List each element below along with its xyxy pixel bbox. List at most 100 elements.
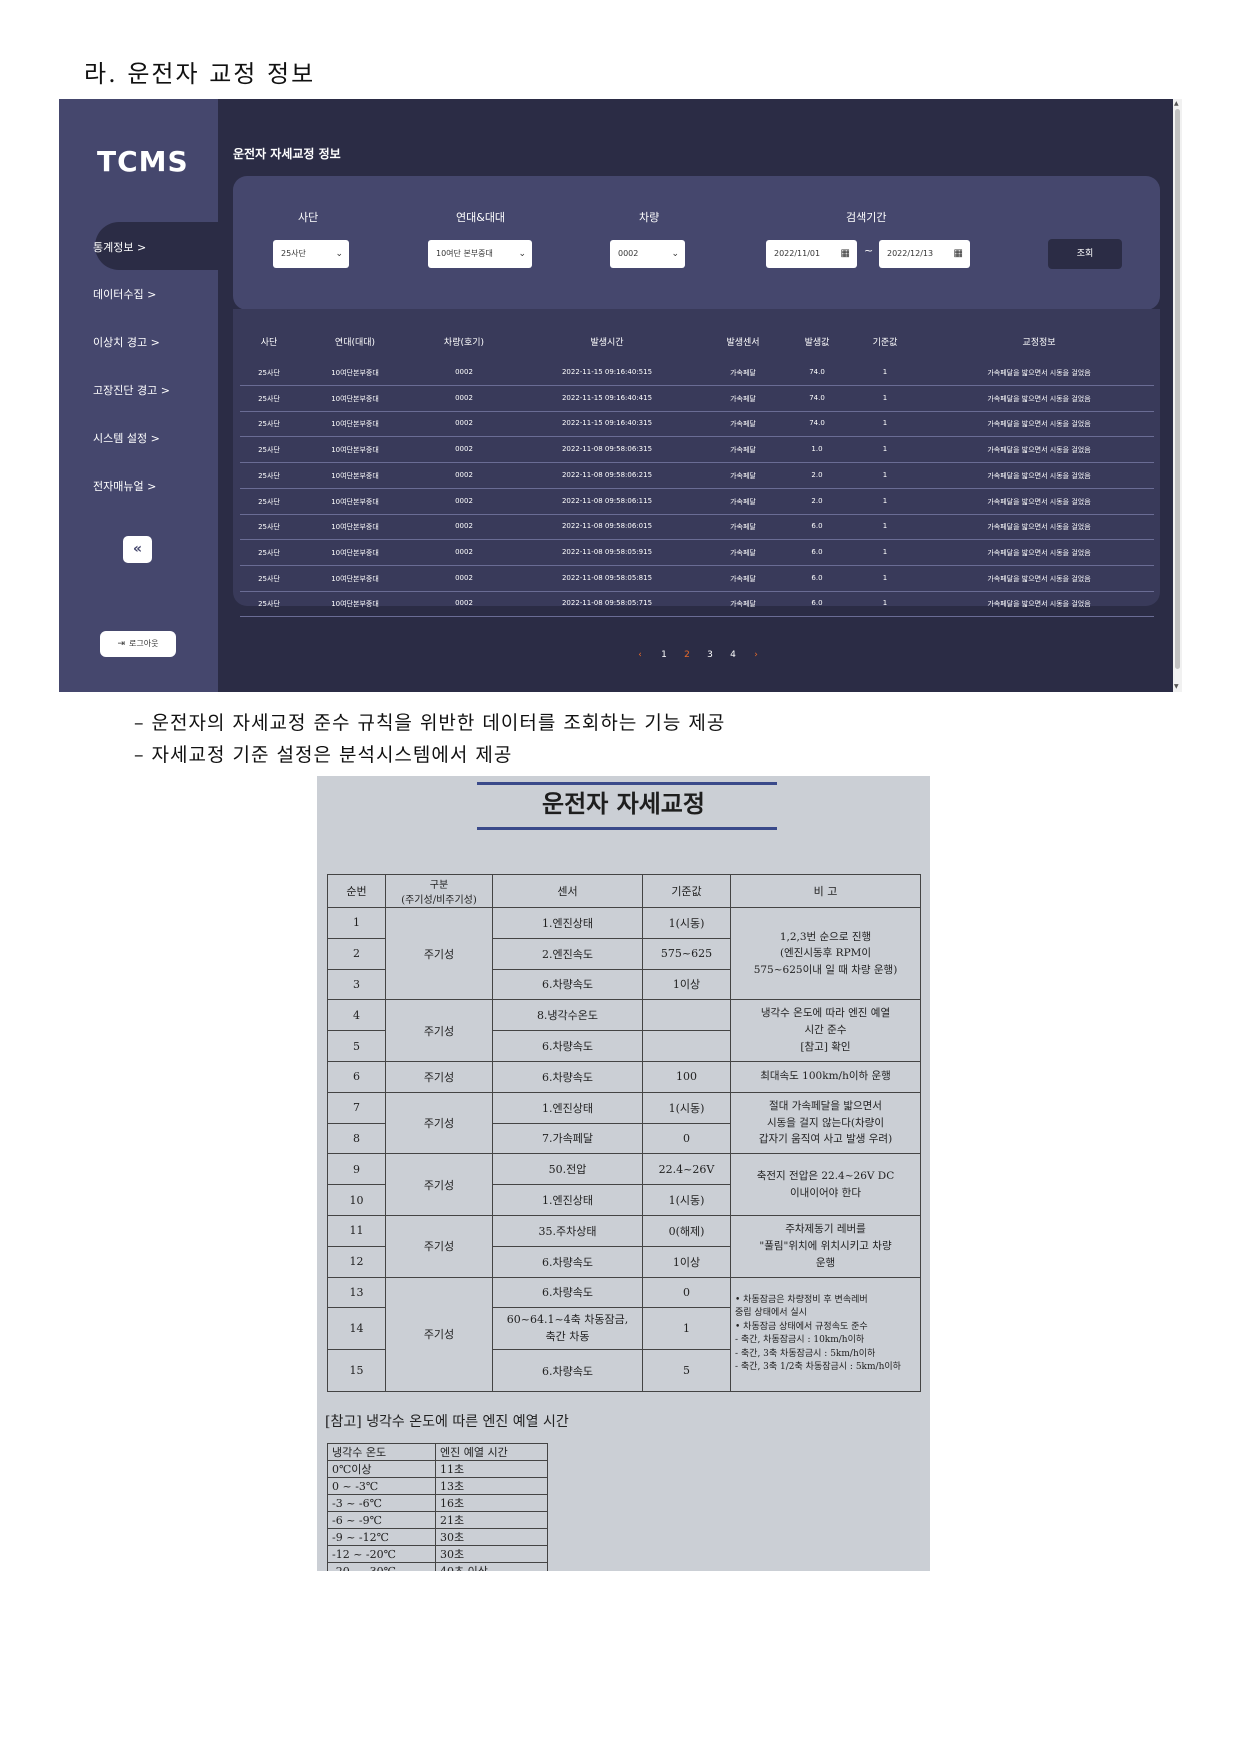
scroll-down-icon[interactable]: ▼ — [1174, 683, 1179, 690]
scrollbar[interactable]: ▲ ▼ — [1173, 99, 1182, 692]
cell-vehicle: 0002 — [455, 393, 473, 402]
collapse-sidebar-button[interactable]: « — [123, 536, 152, 563]
table-row[interactable]: 25사단 10여단본부중대 0002 2022-11-08 09:58:06:015 가… — [240, 515, 1154, 541]
nav-item-anomaly-warning[interactable]: 이상치 경고 > — [93, 334, 160, 350]
bullet-1: – 운전자의 자세교정 준수 규칙을 위반한 데이터를 조회하는 기능 제공 — [134, 712, 726, 734]
cell-value: 6.0 — [811, 522, 823, 531]
rule-no: 9 — [327, 1153, 386, 1186]
cell-sensor: 가속페달 — [730, 600, 756, 609]
calendar-icon[interactable]: ▦ — [954, 240, 963, 268]
rule-sensor: 6.차량속도 — [492, 1245, 643, 1278]
table-row[interactable]: 25사단 10여단본부중대 0002 2022-11-08 09:58:05:915 가… — [240, 541, 1154, 566]
table-row[interactable]: 25사단 10여단본부중대 0002 2022-11-08 09:58:06:115 가… — [240, 490, 1154, 515]
vehicle-value: 0002 — [618, 249, 639, 258]
chevron-down-icon: ⌄ — [671, 249, 679, 259]
prev-page-button[interactable]: ‹ — [638, 650, 642, 660]
cell-regiment: 10여단본부중대 — [331, 369, 379, 377]
rule-note: • 차동잠금은 차량정비 후 변속레버 중립 상태에서 실시 • 차동잠금 상태… — [730, 1276, 921, 1393]
nav-item-system-settings[interactable]: 시스템 설정 > — [93, 430, 160, 446]
tcms-screenshot: TCMS 통계정보 > 데이터수집 > 이상치 경고 > 고장진단 경고 > 시… — [59, 99, 1182, 692]
rule-no: 10 — [327, 1184, 386, 1216]
rule-reference: 100 — [642, 1060, 731, 1093]
bullet-2: – 자세교정 기준 설정은 분석시스템에서 제공 — [134, 744, 513, 766]
date-from-input[interactable]: 2022/11/01 ▦ — [766, 240, 857, 268]
nav-item-fault-diagnosis[interactable]: 고장진단 경고 > — [93, 382, 170, 398]
next-page-button[interactable]: › — [754, 650, 758, 660]
rule-type: 주기성 — [385, 1153, 493, 1216]
app-logo: TCMS — [97, 145, 189, 178]
rule-sensor: 8.냉각수온도 — [492, 999, 643, 1032]
cell-time: 2022-11-15 09:16:40:315 — [561, 419, 653, 428]
table-row[interactable]: 25사단 10여단본부중대 0002 2022-11-08 09:58:06:315 가… — [240, 438, 1154, 464]
page-3-button[interactable]: 3 — [707, 650, 713, 660]
table-row[interactable]: 25사단 10여단본부중대 0002 2022-11-08 09:58:05:715 가… — [240, 592, 1154, 618]
posture-correction-sheet-photo: 운전자 자세교정 순번 구분 (주기성/비주기성) 센서 기준값 비 고 1 주… — [317, 776, 930, 1571]
rule-no: 4 — [327, 999, 386, 1032]
rule-reference: 5 — [642, 1349, 731, 1393]
cell-vehicle: 0002 — [455, 470, 473, 479]
cell-value: 2.0 — [811, 470, 823, 479]
cell-regiment: 10여단본부중대 — [331, 446, 379, 455]
table-row[interactable]: 25사단 10여단본부중대 0002 2022-11-08 09:58:06:215 가… — [240, 464, 1154, 489]
page-4-button[interactable]: 4 — [730, 650, 736, 660]
nav-item-data-collection[interactable]: 데이터수집 > — [93, 286, 156, 302]
cell-reference: 1 — [882, 496, 888, 505]
cell-regiment: 10여단본부중대 — [331, 574, 379, 583]
cell-division: 25사단 — [258, 471, 280, 480]
cell-value: 6.0 — [811, 547, 823, 556]
cell-regiment: 10여단본부중대 — [331, 600, 379, 609]
chevron-down-icon: ⌄ — [518, 249, 526, 259]
table-row[interactable]: 25사단 10여단본부중대 0002 2022-11-15 09:16:40:415 가… — [240, 387, 1154, 412]
table-row[interactable]: 25사단 10여단본부중대 0002 2022-11-08 09:58:05:815 가… — [240, 567, 1154, 592]
cell-vehicle: 0002 — [455, 522, 473, 531]
cell-time: 2022-11-08 09:58:06:115 — [561, 496, 653, 505]
scroll-up-icon[interactable]: ▲ — [1174, 100, 1179, 107]
table-row[interactable]: 25사단 10여단본부중대 0002 2022-11-15 09:16:40:515 가… — [240, 361, 1154, 386]
col-header-time: 발생시간 — [590, 338, 624, 348]
cell-time: 2022-11-08 09:58:06:315 — [561, 445, 653, 454]
nav-item-statistics[interactable]: 통계정보 > — [93, 239, 146, 255]
date-to-value: 2022/12/13 — [887, 249, 934, 258]
scrollbar-thumb[interactable] — [1175, 109, 1180, 669]
regiment-select[interactable]: 10여단 본부중대 ⌄ — [428, 240, 532, 268]
vehicle-select[interactable]: 0002 ⌄ — [610, 240, 685, 268]
cell-time: 2022-11-15 09:16:40:515 — [561, 368, 653, 376]
division-label: 사단 — [298, 211, 319, 224]
rule-no: 7 — [327, 1091, 386, 1124]
rule-sensor: 35.주차상태 — [492, 1214, 643, 1247]
search-button[interactable]: 조회 — [1048, 239, 1122, 269]
rule-no: 12 — [327, 1245, 386, 1278]
rule-reference: 22.4~26V — [642, 1153, 731, 1186]
logout-icon: ⇥ — [117, 639, 126, 649]
calendar-icon[interactable]: ▦ — [841, 240, 850, 268]
cell-division: 25사단 — [258, 369, 280, 377]
division-select[interactable]: 25사단 ⌄ — [273, 240, 349, 268]
nav-item-electronic-manual[interactable]: 전자매뉴얼 > — [93, 478, 156, 494]
table-row[interactable]: 25사단 10여단본부중대 0002 2022-11-15 09:16:40:315 가… — [240, 412, 1154, 438]
rule-sensor: 1.엔진상태 — [492, 907, 643, 939]
page-1-button[interactable]: 1 — [661, 650, 667, 660]
preheat-temp: -12 ~ -20℃ — [327, 1545, 436, 1563]
rule-reference — [642, 999, 731, 1032]
cell-time: 2022-11-08 09:58:05:815 — [561, 573, 653, 582]
preheat-time: 30초 — [435, 1545, 548, 1563]
sidebar: TCMS 통계정보 > 데이터수집 > 이상치 경고 > 고장진단 경고 > 시… — [59, 99, 218, 692]
page-2-button[interactable]: 2 — [684, 650, 690, 660]
title-bottom-rule — [477, 827, 777, 830]
preheat-time: 30초 — [435, 1528, 548, 1546]
date-to-input[interactable]: 2022/12/13 ▦ — [879, 240, 970, 268]
reference-title: [참고] 냉각수 온도에 따른 엔진 예열 시간 — [325, 1414, 569, 1430]
logout-button[interactable]: ⇥ 로그아웃 — [100, 631, 176, 657]
cell-regiment: 10여단본부중대 — [331, 394, 379, 403]
cell-reference: 1 — [882, 573, 888, 582]
rule-reference: 1이상 — [642, 1245, 731, 1278]
cell-vehicle: 0002 — [455, 445, 473, 454]
cell-value: 6.0 — [811, 599, 823, 608]
col-header-regiment: 연대(대대) — [334, 338, 376, 348]
cell-sensor: 가속페달 — [730, 369, 756, 377]
cell-value: 74.0 — [809, 368, 825, 376]
cell-reference: 1 — [882, 393, 888, 402]
rule-reference: 575~625 — [642, 937, 731, 970]
rule-sensor: 6.차량속도 — [492, 1349, 643, 1393]
document-heading: 라. 운전자 교정 정보 — [84, 60, 316, 88]
